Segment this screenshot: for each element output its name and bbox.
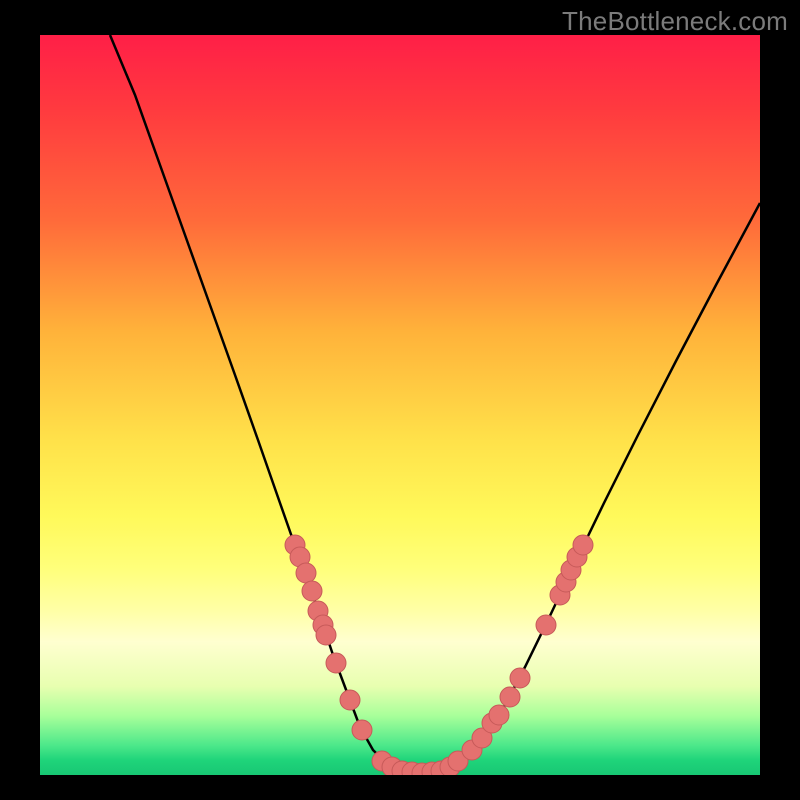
data-point-right bbox=[489, 705, 509, 725]
data-point-left bbox=[316, 625, 336, 645]
data-point-left bbox=[352, 720, 372, 740]
bottleneck-curve bbox=[110, 35, 760, 773]
watermark-text: TheBottleneck.com bbox=[562, 6, 788, 37]
data-point-right bbox=[573, 535, 593, 555]
data-point-left bbox=[340, 690, 360, 710]
data-point-left bbox=[326, 653, 346, 673]
data-point-right bbox=[510, 668, 530, 688]
chart-frame: TheBottleneck.com bbox=[0, 0, 800, 800]
curve-layer bbox=[40, 35, 760, 775]
data-point-right bbox=[500, 687, 520, 707]
data-point-left bbox=[302, 581, 322, 601]
data-point-right bbox=[536, 615, 556, 635]
data-point-left bbox=[296, 563, 316, 583]
plot-area bbox=[40, 35, 760, 775]
